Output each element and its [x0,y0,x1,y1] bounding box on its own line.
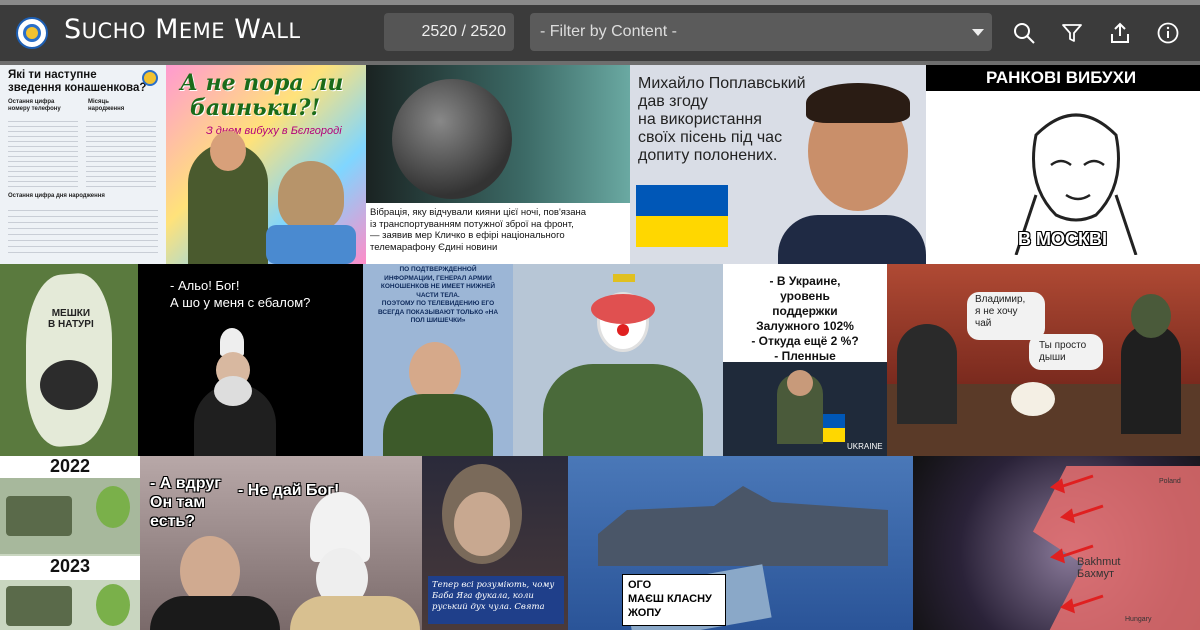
share-icon[interactable] [1108,21,1132,45]
ukraine-flag [636,185,728,216]
app-header: SUCHO Meme Wall 2520 / 2520 - Filter by … [0,5,1200,61]
meme-tile-12[interactable]: 2022 2023 [0,456,140,630]
meme-tile-11[interactable]: Владимир, я не хочу чай Ты просто дыши [887,264,1200,456]
meme-tile-14[interactable]: Тепер всі розуміють, чому Баба Яга фукала… [422,456,568,630]
search-icon[interactable] [1012,21,1036,45]
info-icon[interactable] [1156,21,1180,45]
meme-tile-10[interactable]: - В Украине, уровень поддержки Залужного 1… [723,264,887,456]
meme-tile-5[interactable]: РАНКОВІ ВИБУХИ В МОСКВІ [926,65,1200,264]
meme-tile-4[interactable]: Михайло Поплавський дав згоду на використ… [630,65,926,264]
meme-counter[interactable]: 2520 / 2520 [384,13,514,51]
meme-tile-7[interactable]: - Альо! Бог! А шо у меня с ебалом? [138,264,363,456]
filter-icon[interactable] [1060,21,1084,45]
filter-placeholder: - Filter by Content - [540,23,677,40]
sucho-logo[interactable] [16,17,48,49]
meme-tile-3[interactable]: Вібрація, яку відчували кияни цієї ночі,… [366,65,630,264]
meme-tile-13[interactable]: - А вдруг Он там есть? - Не дай Бог! [140,456,422,630]
meme-tile-16[interactable]: Bakhmut Бахмут Poland Hungary [913,456,1200,630]
chevron-down-icon [972,29,984,36]
meme-tile-9[interactable] [513,264,723,456]
meme-tile-6[interactable]: МЕШКИ В НАТУРІ [0,264,138,456]
meme-tile-2[interactable]: А не пора ли баиньки?! З днем вибуху в Бє… [166,65,366,264]
meme-tile-8[interactable]: ПО ПОДТВЕРЖДЕННОЙ ИНФОРМАЦИИ, ГЕНЕРАЛ АРМ… [363,264,513,456]
page-title: SUCHO Meme Wall [64,14,301,45]
meme-tile-15[interactable]: ОГО МАЄШ КЛАСНУ ЖОПУ [568,456,913,630]
meme-tile-1[interactable]: Які ти наступне зведення конашенкова? Ост… [0,65,166,264]
content-filter-select[interactable]: - Filter by Content - [530,13,992,51]
